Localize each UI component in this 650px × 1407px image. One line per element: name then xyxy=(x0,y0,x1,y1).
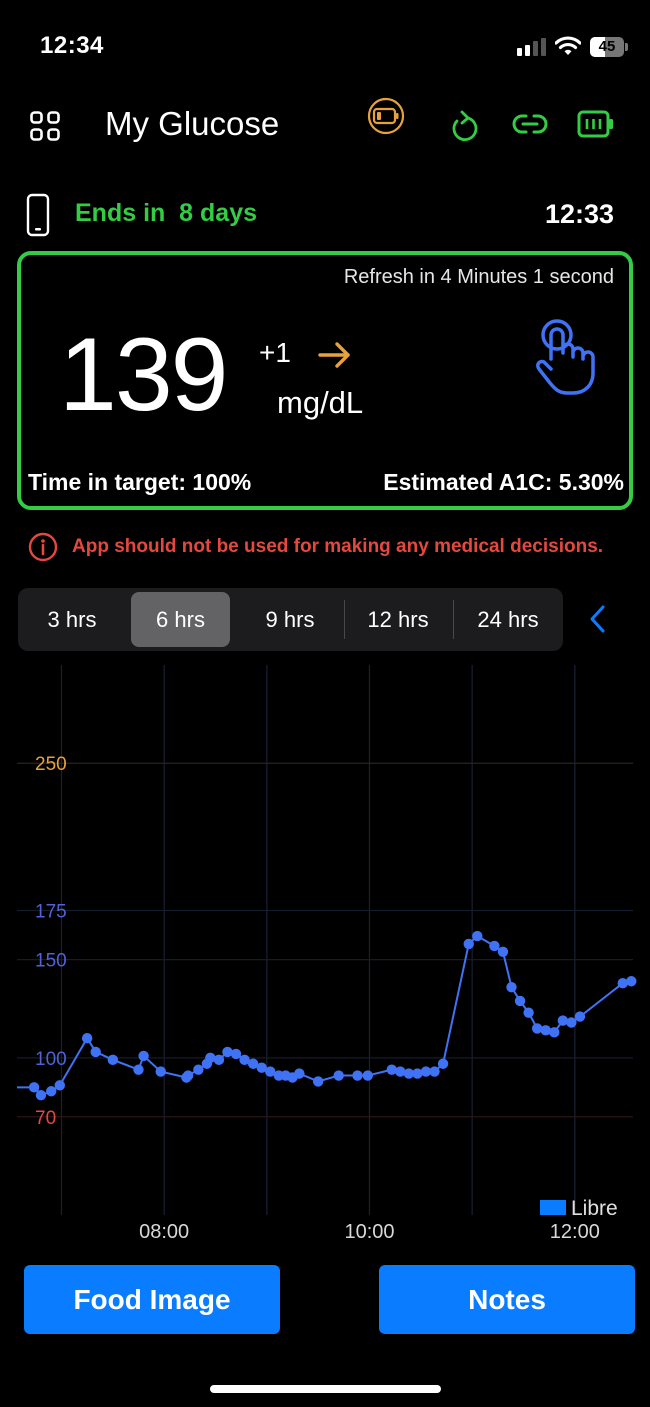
range-option-24h[interactable]: 24 hrs xyxy=(458,592,558,647)
y-tick-label: 70 xyxy=(35,1108,56,1129)
glucose-unit: mg/dL xyxy=(277,385,364,420)
sensor-battery-low-icon[interactable] xyxy=(367,97,405,135)
food-image-button[interactable]: Food Image xyxy=(24,1265,280,1334)
data-point xyxy=(429,1066,440,1077)
data-point xyxy=(133,1064,144,1075)
sensor-expiry: Ends in 8 days xyxy=(75,199,258,227)
range-option-3h[interactable]: 3 hrs xyxy=(22,592,122,647)
data-point xyxy=(362,1070,373,1081)
data-point xyxy=(523,1007,534,1018)
data-point xyxy=(182,1070,194,1081)
data-point xyxy=(463,938,474,950)
range-option-9h[interactable]: 9 hrs xyxy=(240,592,340,647)
data-point xyxy=(506,981,517,993)
grid-menu-icon[interactable] xyxy=(30,111,60,141)
data-point xyxy=(566,1017,577,1028)
data-point xyxy=(138,1050,149,1062)
data-point xyxy=(514,995,526,1007)
battery-icon: 45 xyxy=(590,37,628,57)
refresh-countdown: Refresh in 4 Minutes 1 second xyxy=(343,266,614,288)
glucose-chart[interactable]: 250 175 150 100 70 08:00 10:00 12:00Libre xyxy=(0,660,650,1250)
time-range-selector: 3 hrs 6 hrs 9 hrs 12 hrs 24 hrs xyxy=(18,588,563,651)
data-point xyxy=(472,930,483,942)
data-point xyxy=(46,1086,57,1097)
status-bar: 12:34 45 xyxy=(0,0,650,90)
x-tick-label: 12:00 xyxy=(550,1221,600,1243)
data-point xyxy=(155,1066,166,1077)
data-point xyxy=(81,1033,93,1044)
data-point xyxy=(497,946,509,957)
data-point xyxy=(437,1058,449,1069)
notes-button[interactable]: Notes xyxy=(379,1265,635,1334)
data-point xyxy=(312,1076,324,1087)
data-point xyxy=(107,1054,119,1066)
estimated-a1c: Estimated A1C: 5.30% xyxy=(383,469,624,495)
disclaimer-text: App should not be used for making any me… xyxy=(72,536,604,557)
cellular-signal-icon xyxy=(517,38,546,56)
legend-label: Libre xyxy=(571,1197,618,1220)
time-in-target: Time in target: 100% xyxy=(28,469,252,495)
home-indicator[interactable] xyxy=(210,1385,441,1393)
data-point xyxy=(28,1082,40,1093)
y-tick-label: 175 xyxy=(35,902,67,923)
segment-divider xyxy=(344,600,345,639)
chevron-left-icon[interactable] xyxy=(587,603,609,635)
data-point xyxy=(193,1064,204,1075)
data-point xyxy=(213,1054,225,1066)
info-icon xyxy=(28,532,58,562)
data-point xyxy=(54,1080,65,1091)
battery-full-icon[interactable] xyxy=(577,110,615,138)
link-icon[interactable] xyxy=(512,113,548,135)
range-option-6h[interactable]: 6 hrs xyxy=(131,592,230,647)
glucose-value: 139 xyxy=(59,317,229,433)
data-point xyxy=(230,1048,242,1060)
range-option-12h[interactable]: 12 hrs xyxy=(348,592,448,647)
segment-divider xyxy=(453,600,454,639)
y-tick-label: 100 xyxy=(35,1049,67,1070)
medical-disclaimer: App should not be used for making any me… xyxy=(28,532,603,562)
y-tick-label: 250 xyxy=(35,754,67,775)
refresh-icon[interactable] xyxy=(449,109,479,143)
data-point xyxy=(352,1070,363,1081)
data-point xyxy=(549,1027,560,1038)
app-title: My Glucose xyxy=(105,105,280,142)
status-time: 12:34 xyxy=(40,32,104,59)
x-tick-label: 08:00 xyxy=(139,1221,189,1243)
phone-icon xyxy=(26,193,50,237)
app-header: My Glucose xyxy=(0,95,650,155)
tap-hand-icon[interactable] xyxy=(533,317,599,397)
data-point xyxy=(294,1068,305,1079)
legend-swatch xyxy=(540,1200,566,1215)
data-point xyxy=(35,1089,47,1101)
data-point xyxy=(626,976,637,987)
data-point xyxy=(574,1011,586,1022)
sensor-info: Ends in 8 days 12:33 xyxy=(0,190,650,240)
y-tick-label: 150 xyxy=(35,951,67,972)
trend-arrow-right-icon xyxy=(318,342,350,368)
data-point xyxy=(90,1046,101,1058)
glucose-delta: +1 xyxy=(259,337,291,368)
data-point xyxy=(489,940,500,952)
data-point xyxy=(333,1070,344,1081)
glucose-reading-card: Refresh in 4 Minutes 1 second 139 +1 mg/… xyxy=(17,251,633,510)
battery-percent: 45 xyxy=(598,38,616,55)
x-tick-label: 10:00 xyxy=(344,1221,394,1243)
wifi-icon xyxy=(555,36,581,55)
last-reading-time: 12:33 xyxy=(544,199,614,229)
